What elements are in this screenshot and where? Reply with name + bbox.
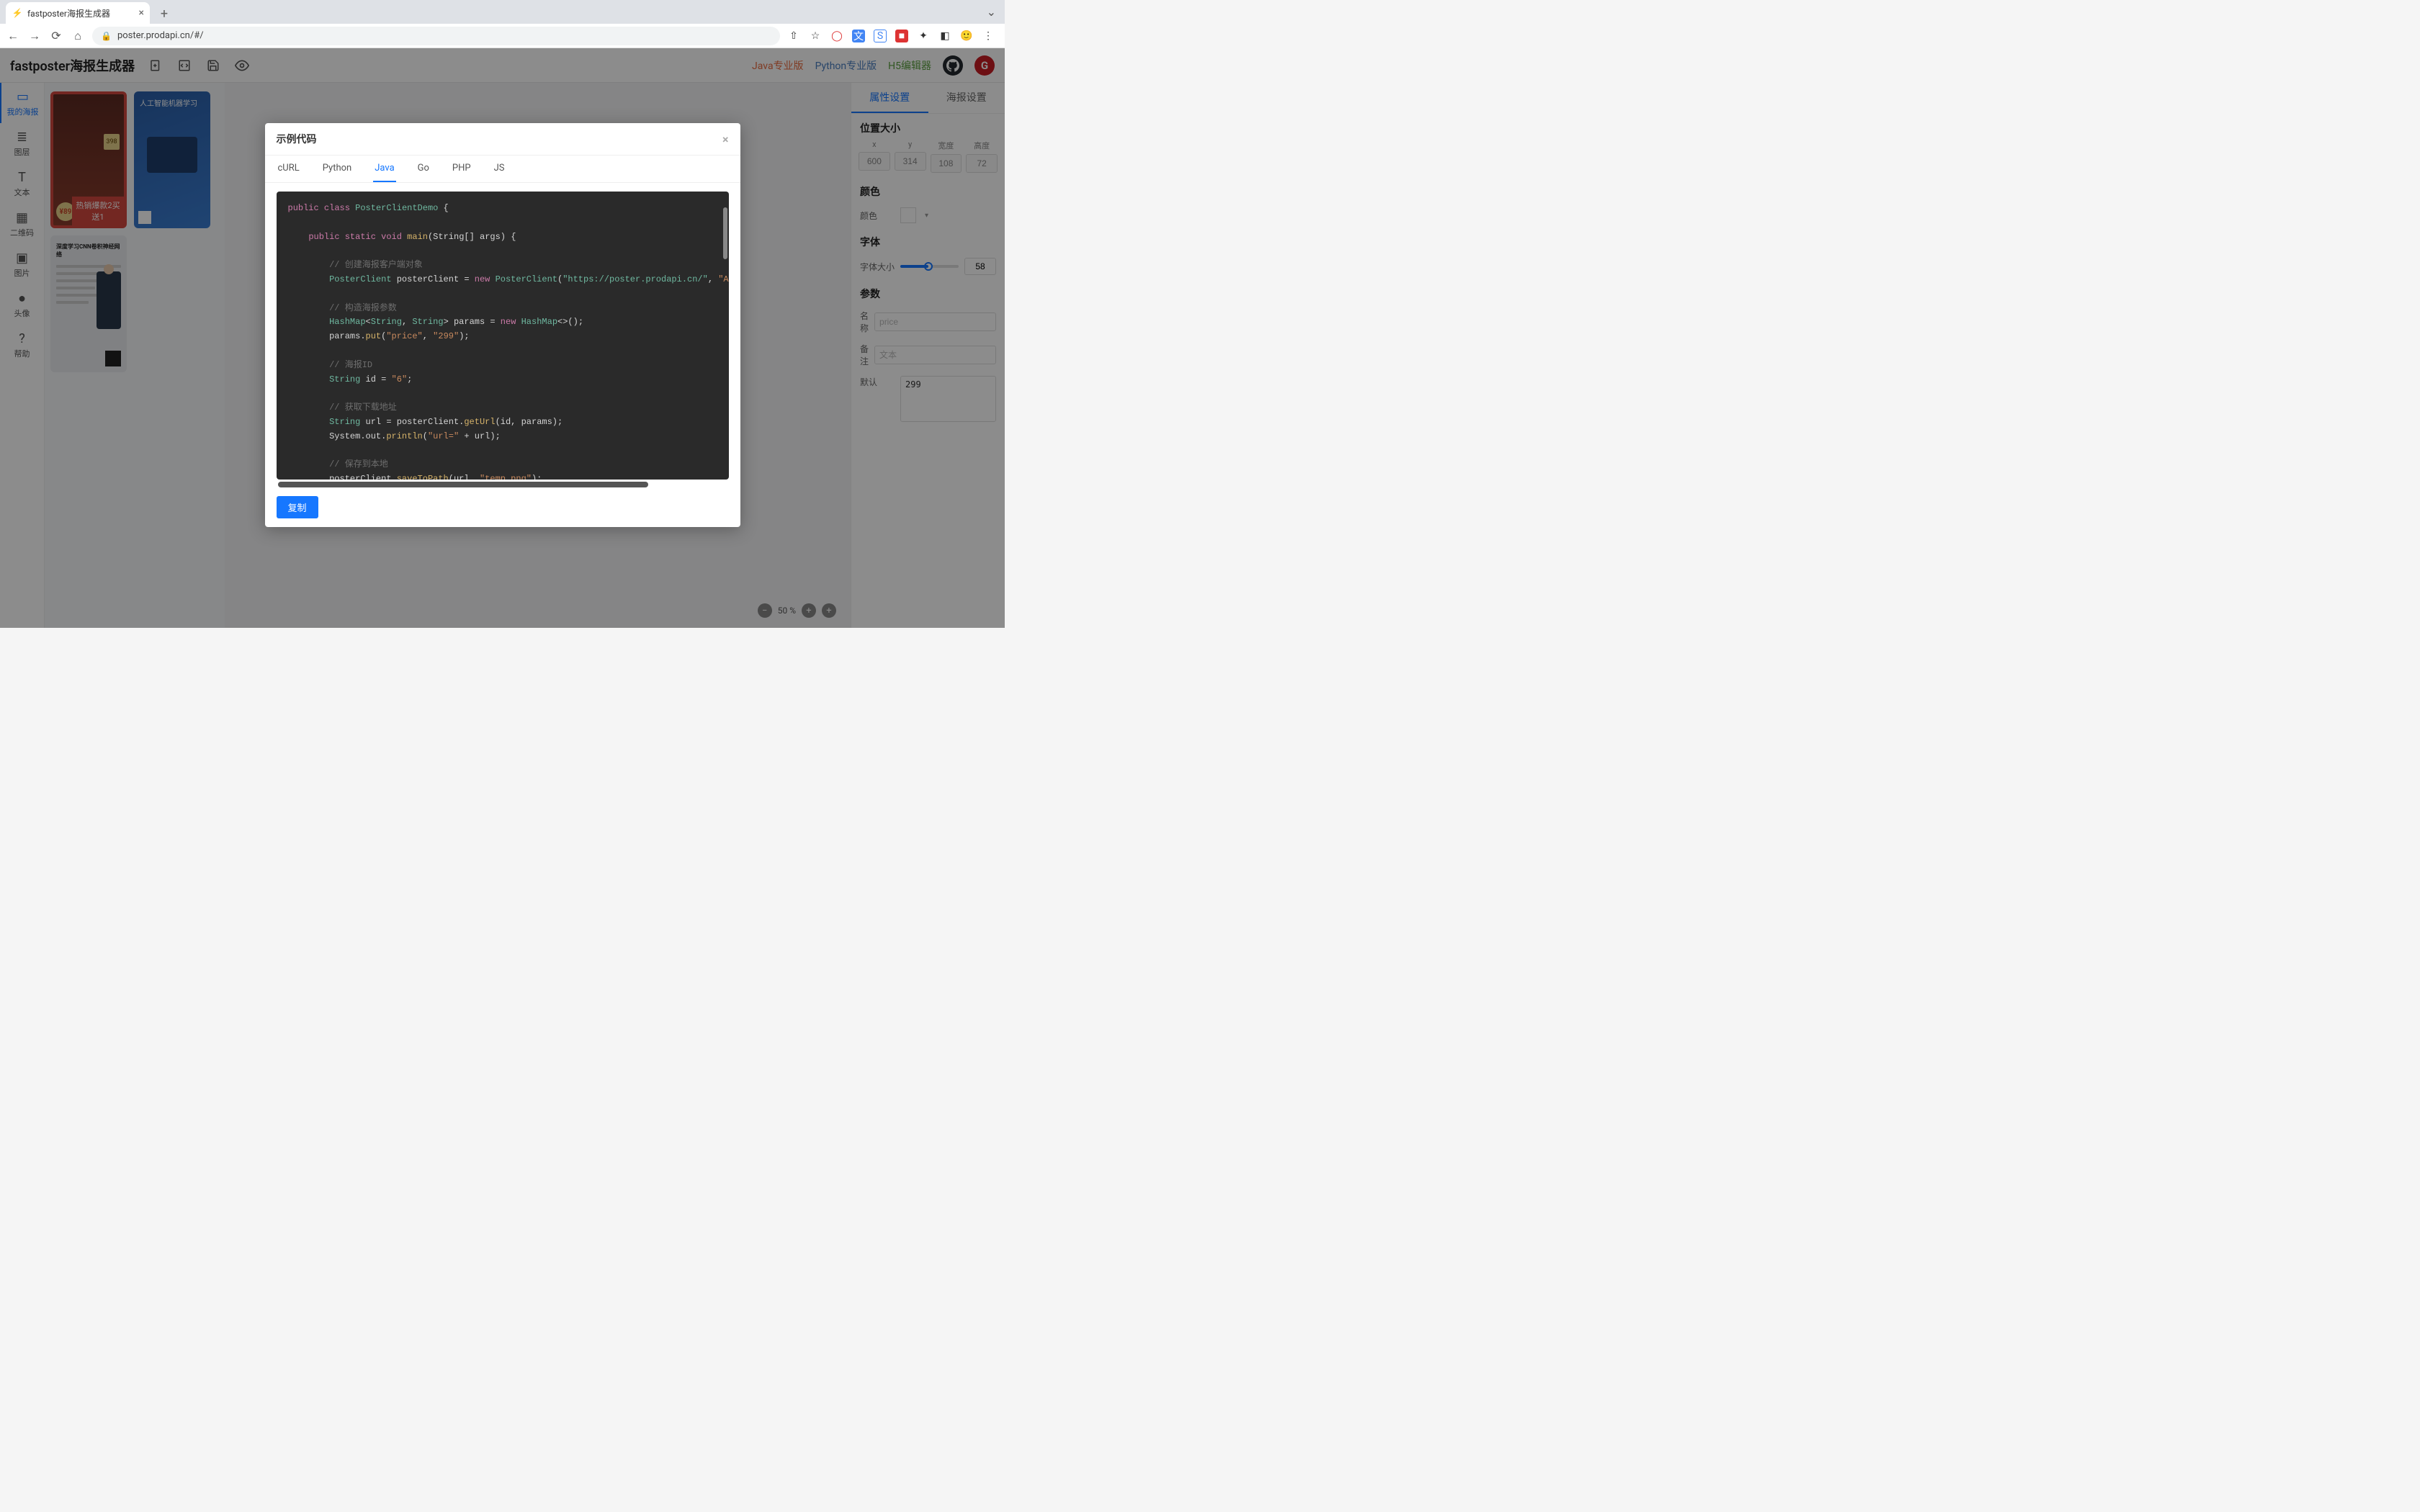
bookmark-icon[interactable]: ☆ — [809, 30, 822, 42]
app-root: fastposter海报生成器 Java专业版 Python专业版 H5编辑器 … — [0, 48, 1005, 628]
browser-toolbar: ← → ⟳ ⌂ 🔒 poster.prodapi.cn/#/ ⇧ ☆ ◯ 文 S… — [0, 24, 1005, 48]
code-block[interactable]: public class PosterClientDemo { public s… — [277, 192, 729, 480]
modal-header: 示例代码 × — [265, 123, 740, 156]
tab-go[interactable]: Go — [416, 156, 431, 182]
tab-php[interactable]: PHP — [451, 156, 472, 182]
tab-title: fastposter海报生成器 — [27, 7, 110, 19]
modal-tabs: cURL Python Java Go PHP JS — [265, 156, 740, 183]
lock-icon: 🔒 — [101, 31, 112, 41]
modal-title: 示例代码 — [277, 132, 317, 146]
close-icon[interactable]: × — [722, 132, 729, 146]
tab-curl[interactable]: cURL — [277, 156, 301, 182]
tab-js[interactable]: JS — [493, 156, 506, 182]
extensions-menu-icon[interactable]: ✦ — [917, 30, 930, 42]
tab-close-icon[interactable]: × — [139, 7, 144, 19]
new-tab-button[interactable]: + — [154, 4, 174, 24]
forward-icon[interactable]: → — [27, 29, 42, 43]
code-horizontal-scrollbar[interactable] — [278, 482, 649, 487]
extension-icon[interactable]: ◯ — [830, 30, 843, 42]
side-panel-icon[interactable]: ◧ — [938, 30, 951, 42]
browser-tabstrip: ⚡ fastposter海报生成器 × + ⌄ — [0, 0, 1005, 24]
extension-icon[interactable]: S — [874, 30, 887, 42]
code-example-modal: 示例代码 × cURL Python Java Go PHP JS public… — [265, 123, 740, 527]
home-icon[interactable]: ⌂ — [71, 29, 85, 43]
profile-avatar-icon[interactable]: 🙂 — [960, 30, 973, 42]
reload-icon[interactable]: ⟳ — [49, 29, 63, 43]
back-icon[interactable]: ← — [6, 29, 20, 43]
code-vertical-scrollbar[interactable] — [723, 207, 727, 259]
share-icon[interactable]: ⇧ — [787, 30, 800, 42]
extension-icon[interactable]: ■ — [895, 30, 908, 42]
url-text: poster.prodapi.cn/#/ — [117, 30, 204, 41]
copy-button[interactable]: 复制 — [277, 496, 318, 518]
url-bar[interactable]: 🔒 poster.prodapi.cn/#/ — [92, 27, 780, 45]
tab-overflow-icon[interactable]: ⌄ — [987, 5, 996, 19]
extension-icon[interactable]: 文 — [852, 30, 865, 42]
browser-tab[interactable]: ⚡ fastposter海报生成器 × — [6, 2, 150, 24]
menu-icon[interactable]: ⋮ — [982, 30, 995, 42]
tab-java[interactable]: Java — [373, 156, 395, 182]
tab-favicon-icon: ⚡ — [12, 7, 23, 19]
tab-python[interactable]: Python — [321, 156, 353, 182]
